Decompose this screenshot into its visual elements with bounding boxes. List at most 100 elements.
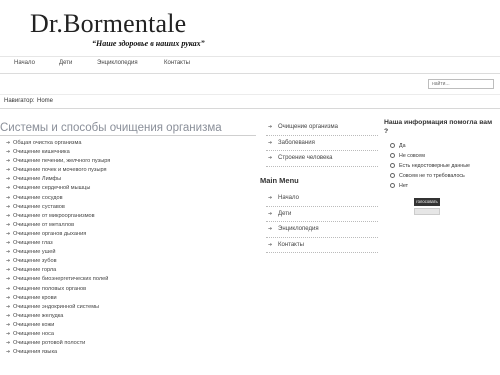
list-item[interactable]: ➔ Очищение органов дыхания [6, 230, 110, 239]
list-item[interactable]: ➔ Очищение от микроорганизмов [6, 212, 110, 221]
menu-item-cleansing[interactable]: ➔ Очищение организма [266, 120, 378, 136]
arrow-right-icon: ➔ [6, 194, 11, 201]
arrow-right-icon: ➔ [268, 195, 273, 201]
arrow-right-icon: ➔ [268, 124, 273, 130]
list-item[interactable]: ➔ Очищение биоэнергетических полей [6, 275, 110, 284]
list-item-label: Очищение эндокринной системы [13, 303, 100, 310]
arrow-right-icon: ➔ [6, 267, 11, 274]
list-item[interactable]: ➔ Очищение от металлов [6, 221, 110, 230]
menu-item-anatomy[interactable]: ➔ Строение человека [266, 151, 378, 167]
list-item[interactable]: ➔ Очищение ротовой полости [6, 339, 110, 348]
poll-options: Да Не совсем Есть недостоверные данные С… [390, 141, 470, 191]
radio-button[interactable] [390, 143, 395, 148]
vote-button[interactable]: голосовать [414, 198, 440, 206]
arrow-right-icon: ➔ [6, 221, 11, 228]
poll-results-button[interactable] [414, 208, 440, 215]
list-item-label: Очищение носа [13, 330, 55, 337]
breadcrumb-label: Навигатор: [4, 98, 35, 104]
list-item[interactable]: ➔ Очищение сосудов [6, 194, 110, 203]
site-logo[interactable]: Dr.Bormentale [30, 9, 186, 39]
arrow-right-icon: ➔ [268, 155, 273, 161]
list-item[interactable]: ➔ Очищение Лимфы [6, 175, 110, 184]
list-item[interactable]: ➔ Общая очистка организма [6, 139, 110, 148]
list-item-label: Очищение ушей [13, 249, 56, 256]
arrow-right-icon: ➔ [6, 158, 11, 165]
poll-option[interactable]: Есть недостоверные данные [390, 161, 470, 171]
topnav-item-encyclopedia[interactable]: Энциклопедия [97, 60, 138, 66]
list-item[interactable]: ➔ Очищение носа [6, 330, 110, 339]
radio-button[interactable] [390, 173, 395, 178]
arrow-right-icon: ➔ [268, 241, 273, 248]
arrow-right-icon: ➔ [6, 321, 11, 328]
list-item-label: Очищение биоэнергетических полей [13, 276, 109, 283]
menu-item-label: Энциклопедия [278, 226, 319, 232]
list-item[interactable]: ➔ Очищение зубов [6, 257, 110, 266]
arrow-right-icon: ➔ [268, 210, 273, 217]
page-title: Системы и способы очищения организма [0, 122, 222, 134]
poll-option-label: Да [399, 143, 406, 149]
list-item[interactable]: ➔ Очищения языка [6, 348, 110, 357]
main-menu-title: Main Menu [260, 176, 299, 185]
list-item[interactable]: ➔ Очищение ушей [6, 248, 110, 257]
list-item[interactable]: ➔ Очищение кишечника [6, 148, 110, 157]
arrow-right-icon: ➔ [6, 212, 11, 219]
arrow-right-icon: ➔ [6, 203, 11, 210]
list-item-label: Очищение кожи [13, 321, 55, 328]
main-menu-item-contacts[interactable]: ➔ Контакты [266, 238, 378, 253]
radio-button[interactable] [390, 183, 395, 188]
arrow-right-icon: ➔ [6, 140, 11, 146]
arrow-right-icon: ➔ [268, 139, 273, 146]
poll-option[interactable]: Не совсем [390, 151, 470, 161]
list-item[interactable]: ➔ Очищение половых органов [6, 285, 110, 294]
search-input[interactable] [428, 79, 494, 89]
main-menu-item-kids[interactable]: ➔ Дети [266, 207, 378, 222]
list-item[interactable]: ➔ Очищение желудка [6, 312, 110, 321]
menu-item-label: Строение человека [278, 155, 333, 161]
topnav-item-kids[interactable]: Дети [59, 60, 72, 66]
list-item[interactable]: ➔ Очищение сердечной мышцы [6, 184, 110, 193]
main-menu-item-home[interactable]: ➔ Начало [266, 191, 378, 207]
list-item[interactable]: ➔ Очищение крови [6, 294, 110, 303]
topnav-item-contacts[interactable]: Контакты [164, 60, 190, 66]
list-item-label: Очищение Лимфы [13, 176, 62, 183]
arrow-right-icon: ➔ [6, 340, 11, 347]
list-item-label: Очищения языка [13, 349, 58, 356]
radio-button[interactable] [390, 163, 395, 168]
main-menu-item-encyclopedia[interactable]: ➔ Энциклопедия [266, 222, 378, 238]
section-menu: ➔ Очищение организма ➔ Заболевания ➔ Строен… [266, 120, 378, 167]
logo-name: Bormentale [63, 9, 187, 38]
menu-item-label: Начало [278, 195, 299, 201]
list-item[interactable]: ➔ Очищение горла [6, 266, 110, 275]
list-item[interactable]: ➔ Очищение эндокринной системы [6, 303, 110, 312]
arrow-right-icon: ➔ [6, 185, 11, 192]
menu-item-diseases[interactable]: ➔ Заболевания [266, 136, 378, 151]
radio-button[interactable] [390, 153, 395, 158]
site-tagline: “Наше здоровье в наших руках” [92, 39, 205, 48]
logo-prefix: Dr. [30, 9, 64, 38]
poll-option[interactable]: Совсем не то требовалось [390, 171, 470, 181]
breadcrumb-home[interactable]: Home [37, 98, 53, 104]
topnav-item-home[interactable]: Начало [14, 60, 35, 66]
poll-option-label: Не совсем [399, 153, 425, 159]
search-bar [0, 74, 500, 94]
arrow-right-icon: ➔ [6, 258, 11, 265]
list-item[interactable]: ➔ Очищение кожи [6, 321, 110, 330]
list-item[interactable]: ➔ Очищение почек и мочевого пузыря [6, 166, 110, 175]
list-item-label: Очищение ротовой полости [13, 340, 86, 347]
arrow-right-icon: ➔ [6, 285, 11, 292]
poll-option[interactable]: Да [390, 141, 470, 151]
arrow-right-icon: ➔ [268, 226, 273, 232]
list-item-label: Очищение горла [13, 267, 57, 274]
list-item-label: Очищение крови [13, 294, 57, 301]
list-item-label: Очищение сердечной мышцы [13, 185, 91, 192]
list-item[interactable]: ➔ Очищение глаз [6, 239, 110, 248]
arrow-right-icon: ➔ [6, 312, 11, 319]
menu-item-label: Очищение организма [278, 124, 338, 130]
arrow-right-icon: ➔ [6, 330, 11, 337]
list-item[interactable]: ➔ Очищение печении, желчного пузыря [6, 157, 110, 166]
poll-option[interactable]: Нет [390, 181, 470, 191]
list-item[interactable]: ➔ Очищение суставов [6, 203, 110, 212]
arrow-right-icon: ➔ [6, 240, 11, 247]
menu-item-label: Заболевания [278, 139, 315, 146]
menu-item-label: Контакты [278, 241, 304, 248]
